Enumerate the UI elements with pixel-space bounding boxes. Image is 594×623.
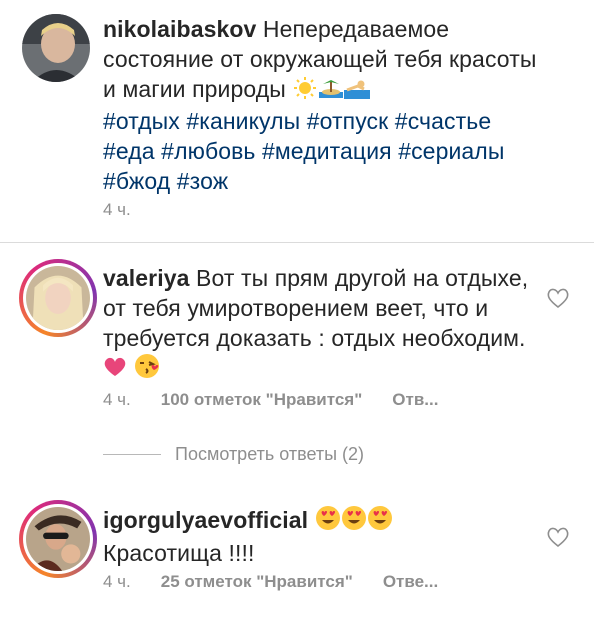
kissing-face-icon [134,353,160,386]
avatar-nikolaibaskov[interactable] [22,14,90,82]
hashtags[interactable]: #отдых #каникулы #отпуск #счастье #еда #… [103,108,504,194]
comment-text: Красотища !!!! [103,540,255,567]
comment-meta: 4 ч. 100 отметок "Нравится" Отв... [103,390,438,410]
likes-count[interactable]: 25 отметок "Нравится" [161,572,353,592]
caption-text-block: nikolaibaskov Непередаваемое состояние о… [103,14,543,196]
username[interactable]: nikolaibaskov [103,16,256,42]
username[interactable]: valeriya [103,265,190,291]
avatar-valeriya[interactable] [19,259,97,337]
likes-count[interactable]: 100 отметок "Нравится" [161,390,363,410]
timestamp: 4 ч. [103,200,131,219]
sun-icon [292,76,318,106]
avatar-igorgulyaevofficial[interactable] [19,500,97,578]
divider [103,454,161,455]
comment-meta: 4 ч. [103,200,131,220]
heart-icon [103,355,127,385]
username[interactable]: igorgulyaevofficial [103,507,308,533]
reply-button[interactable]: Отв... [392,390,438,410]
view-replies-button[interactable]: Посмотреть ответы (2) [103,444,364,465]
divider [0,242,594,243]
timestamp: 4 ч. [103,390,131,409]
swimmer-icon [344,76,371,106]
heart-eyes-icon [367,505,393,538]
timestamp: 4 ч. [103,572,131,591]
comment-text-block: valeriya Вот ты прям другой на отдыхе, о… [103,263,543,386]
comment-meta: 4 ч. 25 отметок "Нравится" Отве... [103,572,438,592]
like-heart-icon[interactable] [546,287,570,309]
heart-eyes-icon [315,505,341,538]
island-icon [318,76,344,106]
comment-text-block: igorgulyaevofficial Красотища !!!! [103,505,543,568]
heart-eyes-icon [341,505,367,538]
view-replies-label: Посмотреть ответы (2) [175,444,365,464]
reply-button[interactable]: Отве... [383,572,438,592]
like-heart-icon[interactable] [546,526,570,548]
